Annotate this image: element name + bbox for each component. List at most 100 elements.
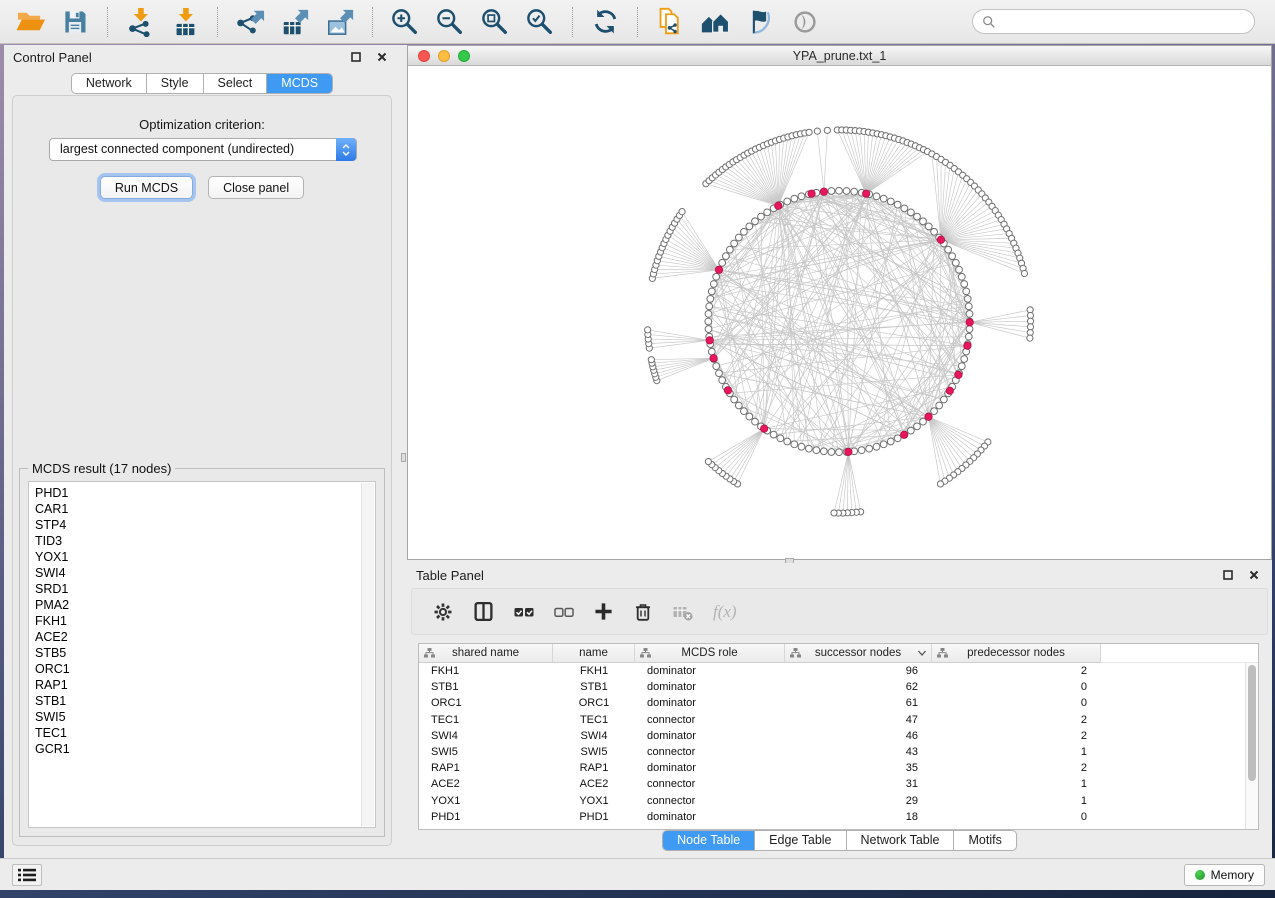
- mcds-result-item[interactable]: SRD1: [35, 581, 355, 597]
- export-table-button[interactable]: [277, 4, 313, 40]
- delete-row-trash-icon[interactable]: [633, 602, 653, 622]
- close-panel-button[interactable]: Close panel: [208, 176, 304, 199]
- cell-shared-name: PHD1: [419, 811, 553, 823]
- mcds-result-item[interactable]: TID3: [35, 533, 355, 549]
- cell-mcds-role: connector: [635, 795, 785, 807]
- tab-network-table[interactable]: Network Table: [846, 831, 954, 850]
- select-all-icon[interactable]: [514, 602, 534, 622]
- mcds-result-item[interactable]: PHD1: [35, 485, 355, 501]
- show-panels-list-button[interactable]: [12, 864, 42, 886]
- zoom-fit-button[interactable]: [477, 4, 513, 40]
- splitter-handle[interactable]: [401, 453, 406, 462]
- tab-mcds[interactable]: MCDS: [266, 74, 332, 93]
- table-row[interactable]: TEC1TEC1connector472: [419, 712, 1245, 728]
- table-panel: Table Panel f(x) shared namenameMCDS rol…: [407, 563, 1272, 858]
- network-graph[interactable]: [408, 66, 1271, 559]
- import-network-button[interactable]: [122, 4, 158, 40]
- zoom-out-button[interactable]: [432, 4, 468, 40]
- table-scrollbar[interactable]: [1245, 663, 1258, 829]
- open-session-button[interactable]: [12, 4, 48, 40]
- mcds-result-item[interactable]: ACE2: [35, 629, 355, 645]
- memory-button[interactable]: Memory: [1184, 864, 1265, 886]
- zoom-selected-button[interactable]: [522, 4, 558, 40]
- column-header-mcds-role[interactable]: MCDS role: [635, 644, 785, 663]
- refresh-icon: [592, 8, 619, 35]
- attribute-type-icon: [424, 648, 435, 658]
- add-row-plus-icon[interactable]: [594, 602, 613, 621]
- column-header-successor-nodes[interactable]: successor nodes: [785, 644, 932, 663]
- import-table-button[interactable]: [167, 4, 203, 40]
- tab-node-table[interactable]: Node Table: [663, 831, 754, 850]
- criterion-dropdown[interactable]: largest connected component (undirected): [49, 138, 357, 161]
- mcds-result-item[interactable]: STB5: [35, 645, 355, 661]
- global-search-box[interactable]: [972, 9, 1255, 34]
- tab-edge-table[interactable]: Edge Table: [754, 831, 845, 850]
- export-network-icon: [235, 7, 265, 37]
- mcds-result-item[interactable]: RAP1: [35, 677, 355, 693]
- table-row[interactable]: STB1STB1dominator620: [419, 679, 1245, 695]
- table-row[interactable]: ACE2ACE2connector311: [419, 776, 1245, 792]
- tab-style[interactable]: Style: [146, 74, 203, 93]
- column-header-predecessor-nodes[interactable]: predecessor nodes: [932, 644, 1101, 663]
- float-panel-icon[interactable]: [1223, 570, 1233, 580]
- show-columns-icon[interactable]: [473, 601, 494, 622]
- network-canvas[interactable]: [408, 66, 1271, 559]
- search-networks-button[interactable]: [697, 4, 733, 40]
- cell-mcds-role: dominator: [635, 697, 785, 709]
- houses-icon: [700, 7, 730, 37]
- table-row[interactable]: SWI5SWI5connector431: [419, 744, 1245, 760]
- table-row[interactable]: ORC1ORC1dominator610: [419, 695, 1245, 711]
- table-row[interactable]: FKH1FKH1dominator962: [419, 663, 1245, 679]
- mcds-result-item[interactable]: TEC1: [35, 725, 355, 741]
- save-session-button[interactable]: [57, 4, 93, 40]
- table-settings-gear-icon[interactable]: [433, 602, 453, 622]
- mcds-result-item[interactable]: SWI4: [35, 565, 355, 581]
- run-mcds-button[interactable]: Run MCDS: [100, 176, 193, 199]
- search-icon: [982, 15, 996, 29]
- cell-predecessor-nodes: 0: [932, 697, 1101, 709]
- show-hide-eye-button[interactable]: [787, 4, 823, 40]
- mcds-result-item[interactable]: GCR1: [35, 741, 355, 757]
- mcds-result-item[interactable]: STP4: [35, 517, 355, 533]
- network-window-titlebar[interactable]: YPA_prune.txt_1: [408, 46, 1271, 66]
- function-builder-icon[interactable]: f(x): [713, 602, 737, 622]
- refresh-button[interactable]: [587, 4, 623, 40]
- cell-mcds-role: dominator: [635, 665, 785, 677]
- mcds-result-item[interactable]: CAR1: [35, 501, 355, 517]
- mcds-scrollbar[interactable]: [361, 483, 374, 826]
- table-row[interactable]: PHD1PHD1dominator180: [419, 809, 1245, 825]
- tab-network[interactable]: Network: [72, 74, 146, 93]
- mcds-result-item[interactable]: PMA2: [35, 597, 355, 613]
- close-panel-icon[interactable]: [377, 52, 387, 62]
- table-row[interactable]: RAP1RAP1dominator352: [419, 760, 1245, 776]
- cell-mcds-role: connector: [635, 778, 785, 790]
- mcds-result-item[interactable]: ORC1: [35, 661, 355, 677]
- zoom-in-button[interactable]: [387, 4, 423, 40]
- close-panel-icon[interactable]: [1249, 570, 1259, 580]
- mcds-result-list[interactable]: PHD1CAR1STP4TID3YOX1SWI4SRD1PMA2FKH1ACE2…: [28, 481, 376, 828]
- cell-shared-name: FKH1: [419, 665, 553, 677]
- share-document-button[interactable]: [652, 4, 688, 40]
- vertical-splitter[interactable]: [400, 45, 407, 858]
- export-network-button[interactable]: [232, 4, 268, 40]
- search-input[interactable]: [1001, 15, 1245, 29]
- zoom-in-icon: [390, 7, 420, 37]
- mcds-result-item[interactable]: SWI5: [35, 709, 355, 725]
- tab-motifs[interactable]: Motifs: [953, 831, 1015, 850]
- mcds-result-item[interactable]: STB1: [35, 693, 355, 709]
- export-image-button[interactable]: [322, 4, 358, 40]
- cell-name: RAP1: [553, 762, 635, 774]
- mcds-result-item[interactable]: FKH1: [35, 613, 355, 629]
- column-header-name[interactable]: name: [553, 644, 635, 663]
- float-panel-icon[interactable]: [351, 52, 361, 62]
- column-header-shared-name[interactable]: shared name: [419, 644, 553, 663]
- table-row[interactable]: SWI4SWI4dominator462: [419, 728, 1245, 744]
- cell-name: FKH1: [553, 665, 635, 677]
- hide-graphics-details-button[interactable]: [742, 4, 778, 40]
- tab-select[interactable]: Select: [203, 74, 267, 93]
- mcds-result-item[interactable]: YOX1: [35, 549, 355, 565]
- table-row[interactable]: YOX1YOX1connector291: [419, 793, 1245, 809]
- deselect-all-icon[interactable]: [554, 602, 574, 622]
- delete-table-icon[interactable]: [673, 602, 693, 622]
- scrollbar-thumb[interactable]: [1248, 665, 1256, 781]
